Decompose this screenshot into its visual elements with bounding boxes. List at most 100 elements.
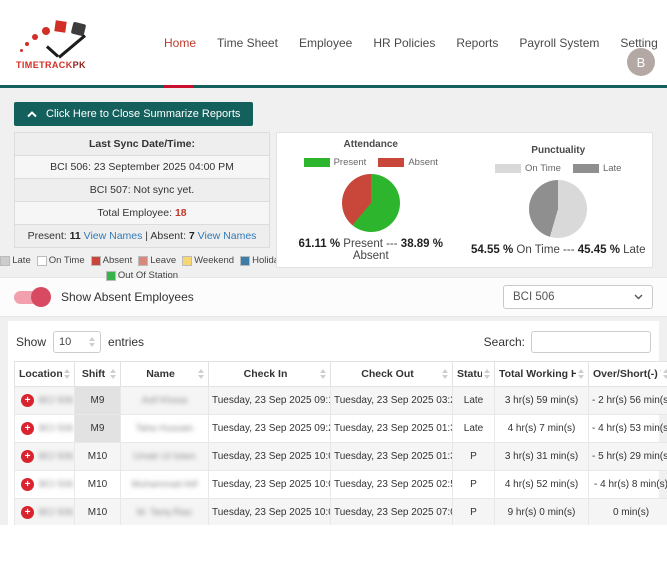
employee-name: M. Tariq Riaz	[137, 507, 192, 518]
cell-check-in: Tuesday, 23 Sep 2025 10:00 AM	[209, 499, 331, 526]
entries-value: 10	[59, 336, 71, 348]
cell-location: +BCI 506	[15, 471, 75, 499]
cell-location: +BCI 506	[15, 443, 75, 471]
logo-dot	[25, 42, 29, 46]
timetrackpk-logo[interactable]: TIMETRACKPK	[12, 16, 116, 70]
branch-select-value: BCI 506	[513, 291, 555, 303]
col-header-check-out[interactable]: Check Out	[331, 362, 453, 387]
expand-row-icon[interactable]: +	[21, 506, 34, 519]
legend-item-late: Late	[0, 255, 31, 266]
sort-icon	[198, 369, 204, 379]
sync-table: Last Sync Date/Time: BCI 506: 23 Septemb…	[14, 132, 270, 248]
cell-name: M. Tariq Riaz	[121, 499, 209, 526]
logo-dot	[42, 27, 50, 35]
cell-check-out: Tuesday, 23 Sep 2025 03:21 PM	[331, 387, 453, 415]
employee-name: Taha Hussain	[136, 423, 194, 434]
sort-icon	[663, 369, 667, 379]
branch-select[interactable]: BCI 506	[503, 285, 653, 309]
cell-status: P	[453, 471, 495, 499]
entries-per-page-select[interactable]: 10	[53, 331, 101, 353]
cell-shift: M10	[75, 471, 121, 499]
col-header-over-short-time[interactable]: Over/Short(-) Time	[589, 362, 667, 387]
table-row: +BCI 506M10Muhammad AtifTuesday, 23 Sep …	[15, 471, 667, 499]
nav-payroll-system[interactable]: Payroll System	[519, 36, 599, 50]
sort-icon	[442, 369, 448, 379]
cell-total-working-hours: 3 hr(s) 59 min(s)	[495, 387, 589, 415]
active-tab-indicator	[164, 85, 193, 88]
user-avatar[interactable]: B	[627, 48, 655, 76]
legend-label: Weekend	[194, 255, 234, 266]
nav-time-sheet[interactable]: Time Sheet	[217, 36, 278, 50]
filter-band: Show Absent Employees BCI 506	[0, 277, 667, 317]
expand-row-icon[interactable]: +	[21, 394, 34, 407]
punctuality-chart-title: Punctuality	[470, 145, 646, 156]
location-text: BCI 506	[39, 507, 73, 518]
present-value: 11	[70, 230, 81, 242]
chart-legend-present: Present	[304, 157, 367, 168]
logo-text: TIMETRACKPK	[16, 60, 86, 70]
legend-item-leave: Leave	[138, 255, 176, 266]
nav-home[interactable]: Home	[164, 36, 196, 50]
punctuality-chart-legend: On TimeLate	[470, 163, 646, 174]
cell-check-in: Tuesday, 23 Sep 2025 10:00 AM	[209, 443, 331, 471]
location-text: BCI 506	[39, 395, 73, 406]
cell-total-working-hours: 3 hr(s) 31 min(s)	[495, 443, 589, 471]
app-header: TIMETRACKPK Home Time Sheet Employee HR Pol…	[0, 0, 667, 88]
status-legend-line-1: LateOn TimeAbsentLeaveWeekendHoliday	[14, 255, 270, 266]
absent-label: Absent:	[150, 230, 186, 242]
attendance-caption: 61.11 % Present --- 38.89 % Absent	[283, 238, 459, 262]
chart-swatch	[573, 164, 599, 173]
absent-view-names-link[interactable]: View Names	[198, 230, 257, 242]
col-header-status[interactable]: Status	[453, 362, 495, 387]
cell-check-out: Tuesday, 23 Sep 2025 01:31 PM	[331, 443, 453, 471]
legend-item-weekend: Weekend	[182, 255, 234, 266]
cell-location: + BCI 506	[15, 499, 75, 526]
legend-item-absent: Absent	[91, 255, 133, 266]
col-header-shift[interactable]: Shift	[75, 362, 121, 387]
cell-check-in: Tuesday, 23 Sep 2025 09:17 AM	[209, 387, 331, 415]
cell-shift: M9	[75, 415, 121, 443]
logo-checkmark	[58, 34, 86, 58]
total-employee-row: Total Employee: 18	[15, 202, 269, 225]
col-header-name[interactable]: Name	[121, 362, 209, 387]
cell-check-out: Tuesday, 23 Sep 2025 07:00 PM	[331, 499, 453, 526]
chevron-up-icon	[27, 111, 37, 118]
sync-summary-box: Last Sync Date/Time: BCI 506: 23 Septemb…	[14, 132, 270, 268]
cell-name: Asif Khosa	[121, 387, 209, 415]
status-legend: LateOn TimeAbsentLeaveWeekendHoliday Out…	[14, 255, 270, 281]
cell-check-in: Tuesday, 23 Sep 2025 10:00 AM	[209, 471, 331, 499]
cell-total-working-hours: 4 hr(s) 7 min(s)	[495, 415, 589, 443]
expand-row-icon[interactable]: +	[21, 422, 34, 435]
cell-over-short: 0 min(s)	[589, 499, 667, 526]
expand-row-icon[interactable]: +	[21, 478, 34, 491]
table-row: + BCI 506M9 Asif Khosa Tuesday, 23 Sep 2025…	[15, 387, 667, 415]
employee-name: Asif Khosa	[142, 395, 187, 406]
table-body: +BCI 506M9Asif KhosaTuesday, 23 Sep 2025…	[15, 387, 667, 526]
cell-over-short: - 5 hr(s) 29 min(s)	[589, 443, 667, 471]
toggle-knob	[31, 287, 51, 307]
punctuality-caption: 54.55 % On Time --- 45.45 % Late	[470, 244, 646, 256]
sort-icon	[110, 369, 116, 379]
nav-hr-policies[interactable]: HR Policies	[373, 36, 435, 50]
nav-employee[interactable]: Employee	[299, 36, 352, 50]
attendance-chart-title: Attendance	[283, 139, 459, 150]
search-input[interactable]	[531, 331, 651, 353]
employee-table-panel: Show 10 entries Search: LocationShiftNam…	[8, 321, 659, 525]
chart-swatch	[304, 158, 330, 167]
show-absent-toggle-label: Show Absent Employees	[61, 290, 194, 304]
cell-shift: M9	[75, 387, 121, 415]
show-absent-toggle[interactable]	[14, 291, 48, 304]
summarize-collapse-button[interactable]: Click Here to Close Summarize Reports	[14, 102, 253, 126]
present-view-names-link[interactable]: View Names	[84, 230, 143, 242]
total-employee-label: Total Employee:	[97, 207, 172, 219]
cell-status: P	[453, 443, 495, 471]
col-header-total-working-hours[interactable]: Total Working Hours	[495, 362, 589, 387]
nav-reports[interactable]: Reports	[456, 36, 498, 50]
col-header-location[interactable]: Location	[15, 362, 75, 387]
legend-swatch	[240, 256, 250, 266]
expand-row-icon[interactable]: +	[21, 450, 34, 463]
attendance-pie	[342, 174, 400, 232]
attendance-chart-legend: PresentAbsent	[283, 157, 459, 168]
attendance-chart: Attendance PresentAbsent 61.11 % Present…	[283, 139, 459, 262]
col-header-check-in[interactable]: Check In	[209, 362, 331, 387]
